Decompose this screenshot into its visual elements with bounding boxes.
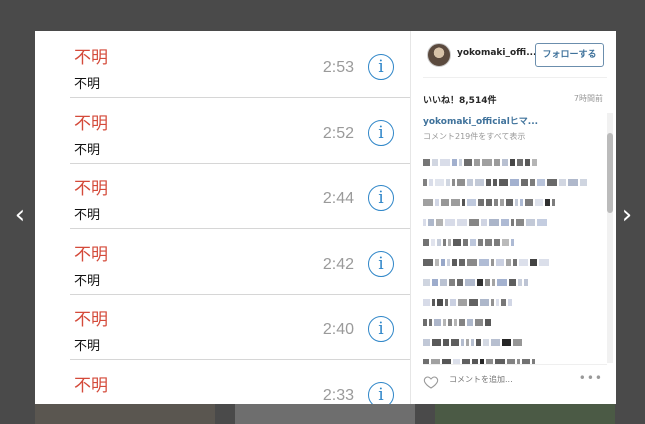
view-all-comments-link[interactable]: コメント219件をすべて表示 xyxy=(423,131,603,142)
caller-name: 不明 xyxy=(74,375,108,396)
post-time: 7時間前 xyxy=(573,94,603,103)
caller-name: 不明 xyxy=(74,48,108,68)
pixelated-comment xyxy=(423,171,603,186)
likes-count[interactable]: いいね！8,514件 xyxy=(423,93,496,106)
caller-label: 不明 xyxy=(74,208,101,223)
pixelated-comment xyxy=(423,151,603,166)
post-modal: 不明 不明 2:53 i 不明 不明 2:52 i 不明 不明 2:44 i 不明 不明 2:42 i 不明 不明… xyxy=(35,31,616,404)
pixelated-comment xyxy=(423,251,603,266)
caption-username[interactable]: yokomaki_officialヒマ... xyxy=(423,114,603,127)
background-thumbnail-1 xyxy=(35,402,215,424)
next-post-arrow-icon[interactable]: › xyxy=(617,200,637,230)
background-thumbnail-2 xyxy=(235,402,415,424)
call-log-row: 不明 不明 2:44 i xyxy=(35,164,410,229)
post-photo: 不明 不明 2:53 i 不明 不明 2:52 i 不明 不明 2:44 i 不明 不明 2:42 i 不明 不明… xyxy=(35,31,410,404)
background-thumbnail-3 xyxy=(435,402,615,424)
caller-label: 不明 xyxy=(74,273,101,289)
follow-button[interactable]: フォローする xyxy=(535,43,604,67)
caller-label: 不明 xyxy=(74,142,101,158)
previous-post-arrow-icon[interactable]: ‹ xyxy=(10,200,30,230)
pixelated-comment xyxy=(423,311,603,326)
pixelated-comment xyxy=(423,331,603,346)
call-log-row: 不明 不明 2:40 i xyxy=(35,295,410,360)
call-log-row: 不明 不明 2:42 i xyxy=(35,230,410,295)
call-time: 2:52 xyxy=(322,124,354,142)
caller-name: 不明 xyxy=(74,113,108,134)
pixelated-comment xyxy=(423,211,603,226)
comments-list: yokomaki_officialヒマ... コメント219件をすべて表示 xyxy=(423,114,603,364)
caller-name: 不明 xyxy=(74,179,108,199)
info-circle-icon: i xyxy=(368,119,394,146)
more-options-icon[interactable]: ••• xyxy=(579,371,603,385)
call-time: 2:44 xyxy=(322,190,354,207)
caller-label: 不明 xyxy=(74,339,101,354)
info-circle-icon: i xyxy=(368,54,394,80)
caller-name: 不明 xyxy=(74,244,108,265)
pixelated-comment xyxy=(423,291,603,306)
info-circle-icon: i xyxy=(368,316,394,342)
caller-name: 不明 xyxy=(74,310,108,330)
caller-label: 不明 xyxy=(74,77,101,92)
avatar[interactable] xyxy=(427,43,451,67)
call-log-row: 不明 不明 2:52 i xyxy=(35,99,410,164)
caller-label: 不明 xyxy=(74,401,100,405)
info-circle-icon: i xyxy=(368,185,394,211)
divider xyxy=(423,364,607,365)
heart-outline-icon[interactable] xyxy=(423,374,439,390)
divider xyxy=(423,77,607,78)
pixelated-comment xyxy=(423,191,603,206)
scrollbar-thumb[interactable] xyxy=(607,133,613,213)
pixelated-comment xyxy=(423,351,603,364)
comment-input[interactable] xyxy=(447,374,571,385)
info-circle-icon: i xyxy=(368,381,394,404)
pixelated-comment xyxy=(423,231,603,246)
call-time: 2:42 xyxy=(322,255,354,273)
pixelated-comments xyxy=(423,151,603,364)
comments-scrollbar[interactable] xyxy=(607,113,613,363)
post-side-panel: yokomaki_offi... フォローする いいね！8,514件 7時間前 … xyxy=(410,31,616,404)
call-time: 2:40 xyxy=(322,321,354,338)
post-username[interactable]: yokomaki_offi... xyxy=(457,48,536,58)
call-log-row: 不明不明2:33i xyxy=(35,361,410,405)
info-circle-icon: i xyxy=(368,250,394,277)
call-log-row: 不明 不明 2:53 i xyxy=(35,33,410,98)
call-time: 2:33 xyxy=(322,386,354,404)
call-time: 2:53 xyxy=(322,59,354,76)
pixelated-comment xyxy=(423,271,603,286)
